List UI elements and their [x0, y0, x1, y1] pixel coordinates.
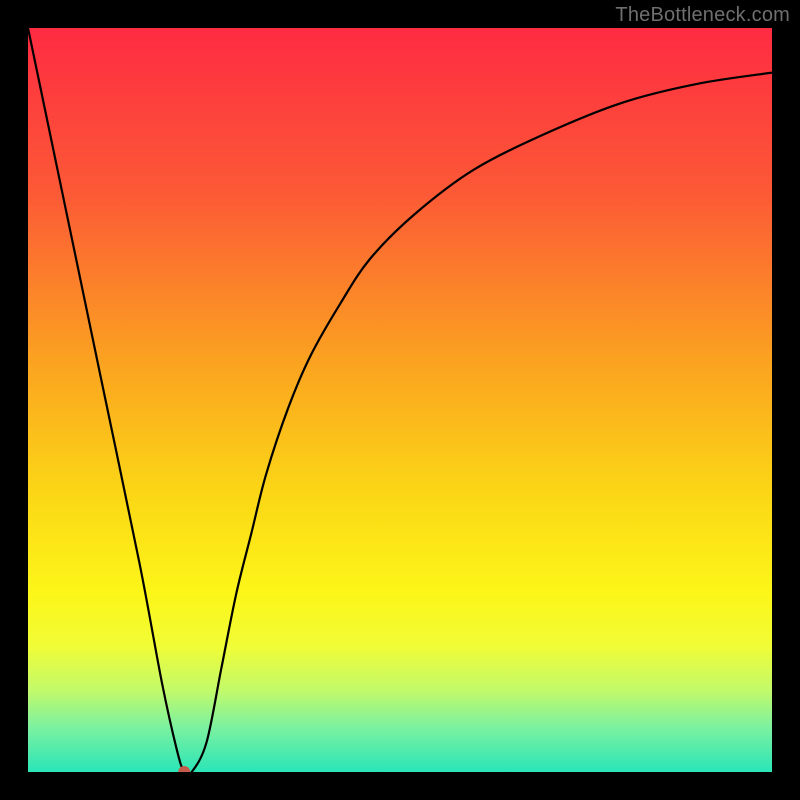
chart-frame: TheBottleneck.com	[0, 0, 800, 800]
chart-plot	[28, 28, 772, 772]
chart-svg	[28, 28, 772, 772]
watermark-text: TheBottleneck.com	[615, 4, 790, 27]
chart-background	[28, 28, 772, 772]
